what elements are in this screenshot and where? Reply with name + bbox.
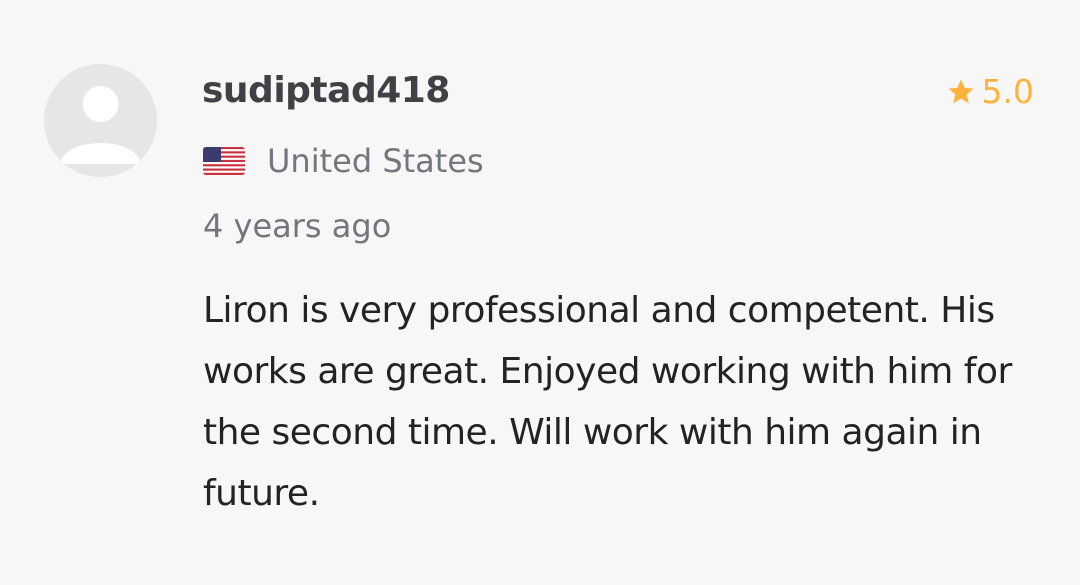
rating-value: 5.0 <box>981 72 1034 111</box>
review-card: sudiptad418 5.0 United States 4 years ag… <box>0 0 1080 585</box>
us-flag-icon <box>203 147 245 175</box>
avatar[interactable] <box>44 64 157 177</box>
review-timestamp: 4 years ago <box>203 207 392 245</box>
reviewer-country: United States <box>267 142 484 180</box>
user-placeholder-icon <box>44 64 157 177</box>
rating: 5.0 <box>946 72 1034 111</box>
star-icon <box>948 79 974 103</box>
reviewer-username[interactable]: sudiptad418 <box>202 70 450 111</box>
country-row: United States <box>203 142 484 180</box>
review-text: Liron is very professional and competent… <box>203 290 1012 514</box>
